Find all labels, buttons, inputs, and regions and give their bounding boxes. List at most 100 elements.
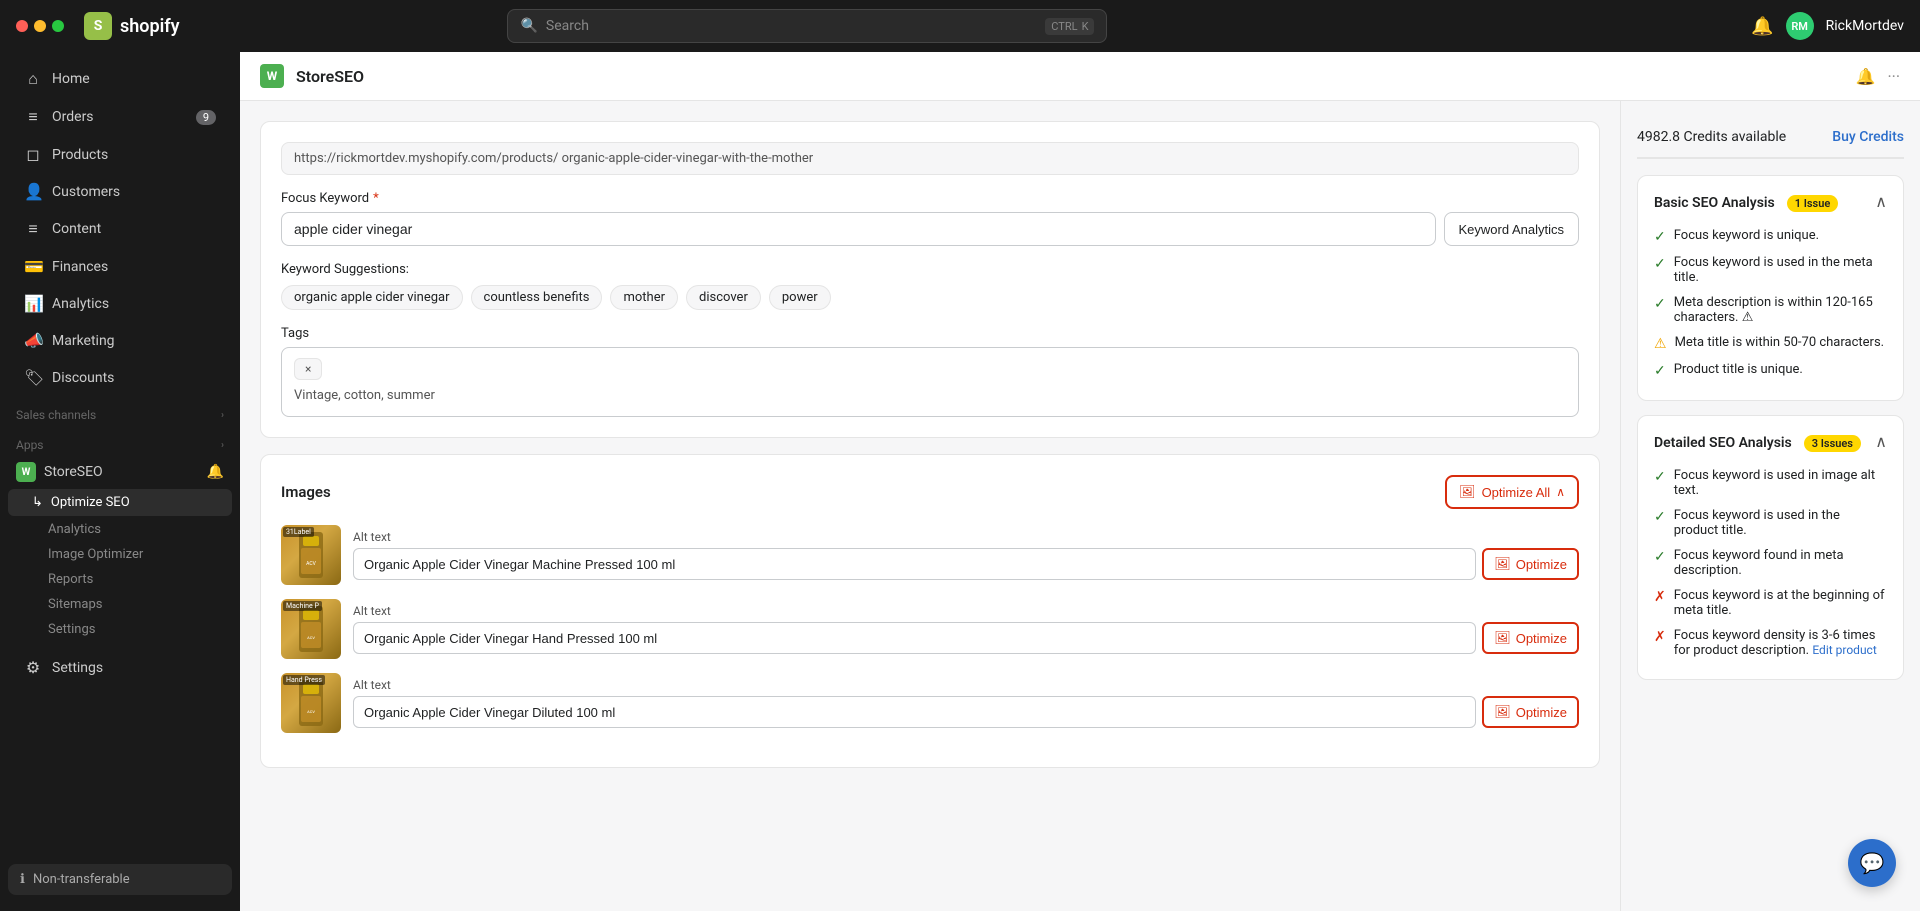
chat-button[interactable]: 💬 <box>1848 839 1896 887</box>
credits-text: 4982.8 Credits available <box>1637 129 1786 145</box>
basic-seo-toggle[interactable]: ∧ <box>1875 192 1887 211</box>
sidebar-item-settings[interactable]: ⚙ Settings <box>8 650 232 685</box>
sales-channels-chevron: › <box>221 410 224 421</box>
sidebar-item-products[interactable]: ◻ Products <box>8 137 232 172</box>
required-star: * <box>373 191 379 206</box>
suggestion-tag-0[interactable]: organic apple cider vinegar <box>281 285 463 310</box>
non-transferable-label: ℹ Non-transferable <box>8 864 232 895</box>
traffic-light-yellow[interactable] <box>34 20 46 32</box>
alt-label-1: Alt text <box>353 604 1579 618</box>
marketing-icon: 📣 <box>24 331 42 350</box>
cross-icon-d3: ✗ <box>1654 589 1666 605</box>
notification-bell-icon[interactable]: 🔔 <box>1751 16 1773 37</box>
sidebar-label-products: Products <box>52 147 108 163</box>
optimize-button-2[interactable]: 🖼 Optimize <box>1482 696 1579 728</box>
focus-keyword-label: Focus Keyword * <box>281 191 1579 206</box>
sidebar-subitem-settings[interactable]: Settings <box>0 617 240 642</box>
sidebar-subitem-image-optimizer[interactable]: Image Optimizer <box>0 542 240 567</box>
image-thumb-0: ACV 31Label <box>281 525 341 585</box>
sales-channels-section: Sales channels › <box>0 396 240 426</box>
sidebar-item-orders[interactable]: ≡ Orders 9 <box>8 99 232 135</box>
sidebar-label-customers: Customers <box>52 184 120 200</box>
sidebar-bottom: ℹ Non-transferable <box>0 856 240 903</box>
tag-chip: × <box>294 358 322 380</box>
traffic-light-green[interactable] <box>52 20 64 32</box>
alt-input-0[interactable] <box>353 548 1476 580</box>
products-icon: ◻ <box>24 145 42 164</box>
optimize-seo-label: Optimize SEO <box>51 495 130 510</box>
optimize-button-1[interactable]: 🖼 Optimize <box>1482 622 1579 654</box>
sidebar-subitem-analytics[interactable]: Analytics <box>0 517 240 542</box>
detailed-seo-badge: 3 Issues <box>1804 435 1861 452</box>
edit-product-link[interactable]: Edit product <box>1812 643 1876 657</box>
keyword-row: Keyword Analytics <box>281 212 1579 246</box>
search-shortcut: CTRL K <box>1045 18 1094 35</box>
sidebar-label-analytics: Analytics <box>52 296 109 312</box>
header-bell-icon[interactable]: 🔔 <box>1856 67 1876 86</box>
detailed-seo-title-row: Detailed SEO Analysis 3 Issues <box>1654 432 1861 451</box>
optimize-button-0[interactable]: 🖼 Optimize <box>1482 548 1579 580</box>
detailed-seo-title: Detailed SEO Analysis <box>1654 435 1792 451</box>
sidebar-subitem-optimize-seo[interactable]: ↳ Optimize SEO <box>8 489 232 516</box>
suggestions-label: Keyword Suggestions: <box>281 262 1579 277</box>
sidebar-subitem-sitemaps[interactable]: Sitemaps <box>0 592 240 617</box>
thumb-label-1: Machine P <box>283 601 322 611</box>
sidebar-item-home[interactable]: ⌂ Home <box>8 61 232 97</box>
tag-remove-icon[interactable]: × <box>305 362 311 376</box>
settings-sub-label: Settings <box>48 622 95 637</box>
top-bar-right: 🔔 RM RickMortdev <box>1751 12 1904 40</box>
optimize-label-0: Optimize <box>1516 557 1567 572</box>
basic-seo-title-row: Basic SEO Analysis 1 Issue <box>1654 192 1838 211</box>
detailed-seo-toggle[interactable]: ∧ <box>1875 432 1887 451</box>
suggestion-tag-4[interactable]: power <box>769 285 831 310</box>
detailed-seo-card: Detailed SEO Analysis 3 Issues ∧ ✓ Focus… <box>1637 415 1904 680</box>
search-bar[interactable]: 🔍 Search CTRL K <box>507 9 1107 43</box>
alt-label-2: Alt text <box>353 678 1579 692</box>
avatar: RM <box>1786 12 1814 40</box>
basic-seo-card: Basic SEO Analysis 1 Issue ∧ ✓ Focus key… <box>1637 175 1904 401</box>
sidebar-item-storeseo[interactable]: W StoreSEO 🔔 <box>0 456 240 488</box>
sidebar-subitem-reports[interactable]: Reports <box>0 567 240 592</box>
basic-seo-item-4: ✓ Product title is unique. <box>1654 357 1887 384</box>
apps-chevron: › <box>221 440 224 451</box>
suggestion-tag-2[interactable]: mother <box>610 285 678 310</box>
tags-container[interactable]: × Vintage, cotton, summer <box>281 347 1579 417</box>
sidebar-label-orders: Orders <box>52 109 94 125</box>
sidebar-label-settings: Settings <box>52 660 103 676</box>
image-optimizer-label: Image Optimizer <box>48 547 143 562</box>
basic-seo-badge: 1 Issue <box>1787 195 1839 212</box>
alt-label-0: Alt text <box>353 530 1579 544</box>
buy-credits-button[interactable]: Buy Credits <box>1832 129 1904 145</box>
page-content: https://rickmortdev.myshopify.com/produc… <box>240 101 1920 911</box>
sidebar-item-customers[interactable]: 👤 Customers <box>8 174 232 209</box>
tags-input-text: Vintage, cotton, summer <box>294 388 1566 403</box>
right-panel: 4982.8 Credits available Buy Credits Bas… <box>1620 101 1920 911</box>
discounts-icon: 🏷 <box>24 368 42 387</box>
content-area: W StoreSEO 🔔 ··· https://rickmortdev.mys… <box>240 52 1920 911</box>
alt-input-2[interactable] <box>353 696 1476 728</box>
storeseo-logo: W <box>16 462 36 482</box>
header-more-icon[interactable]: ··· <box>1887 67 1900 86</box>
alt-input-1[interactable] <box>353 622 1476 654</box>
app-header-right: 🔔 ··· <box>1856 67 1900 86</box>
analytics-icon: 📊 <box>24 294 42 313</box>
main-layout: ⌂ Home ≡ Orders 9 ◻ Products 👤 Customers… <box>0 52 1920 911</box>
sidebar-item-discounts[interactable]: 🏷 Discounts <box>8 360 232 395</box>
suggestion-tag-1[interactable]: countless benefits <box>471 285 603 310</box>
basic-seo-item-2: ✓ Meta description is within 120-165 cha… <box>1654 290 1887 330</box>
check-icon-4: ✓ <box>1654 363 1666 379</box>
traffic-light-red[interactable] <box>16 20 28 32</box>
sidebar-item-marketing[interactable]: 📣 Marketing <box>8 323 232 358</box>
suggestion-tag-3[interactable]: discover <box>686 285 761 310</box>
sidebar-item-analytics[interactable]: 📊 Analytics <box>8 286 232 321</box>
sidebar-item-content[interactable]: ≡ Content <box>8 211 232 247</box>
keyword-analytics-button[interactable]: Keyword Analytics <box>1444 212 1580 246</box>
focus-keyword-input[interactable] <box>281 212 1436 246</box>
optimize-all-button[interactable]: 🖼 Optimize All ∧ <box>1445 475 1579 509</box>
suggestions-row: organic apple cider vinegar countless be… <box>281 285 1579 310</box>
thumb-label-2: Hand Press <box>283 675 325 685</box>
traffic-lights <box>16 20 64 32</box>
images-header: Images 🖼 Optimize All ∧ <box>281 475 1579 509</box>
sidebar-item-finances[interactable]: 💳 Finances <box>8 249 232 284</box>
storeseo-bell-icon[interactable]: 🔔 <box>207 464 224 480</box>
